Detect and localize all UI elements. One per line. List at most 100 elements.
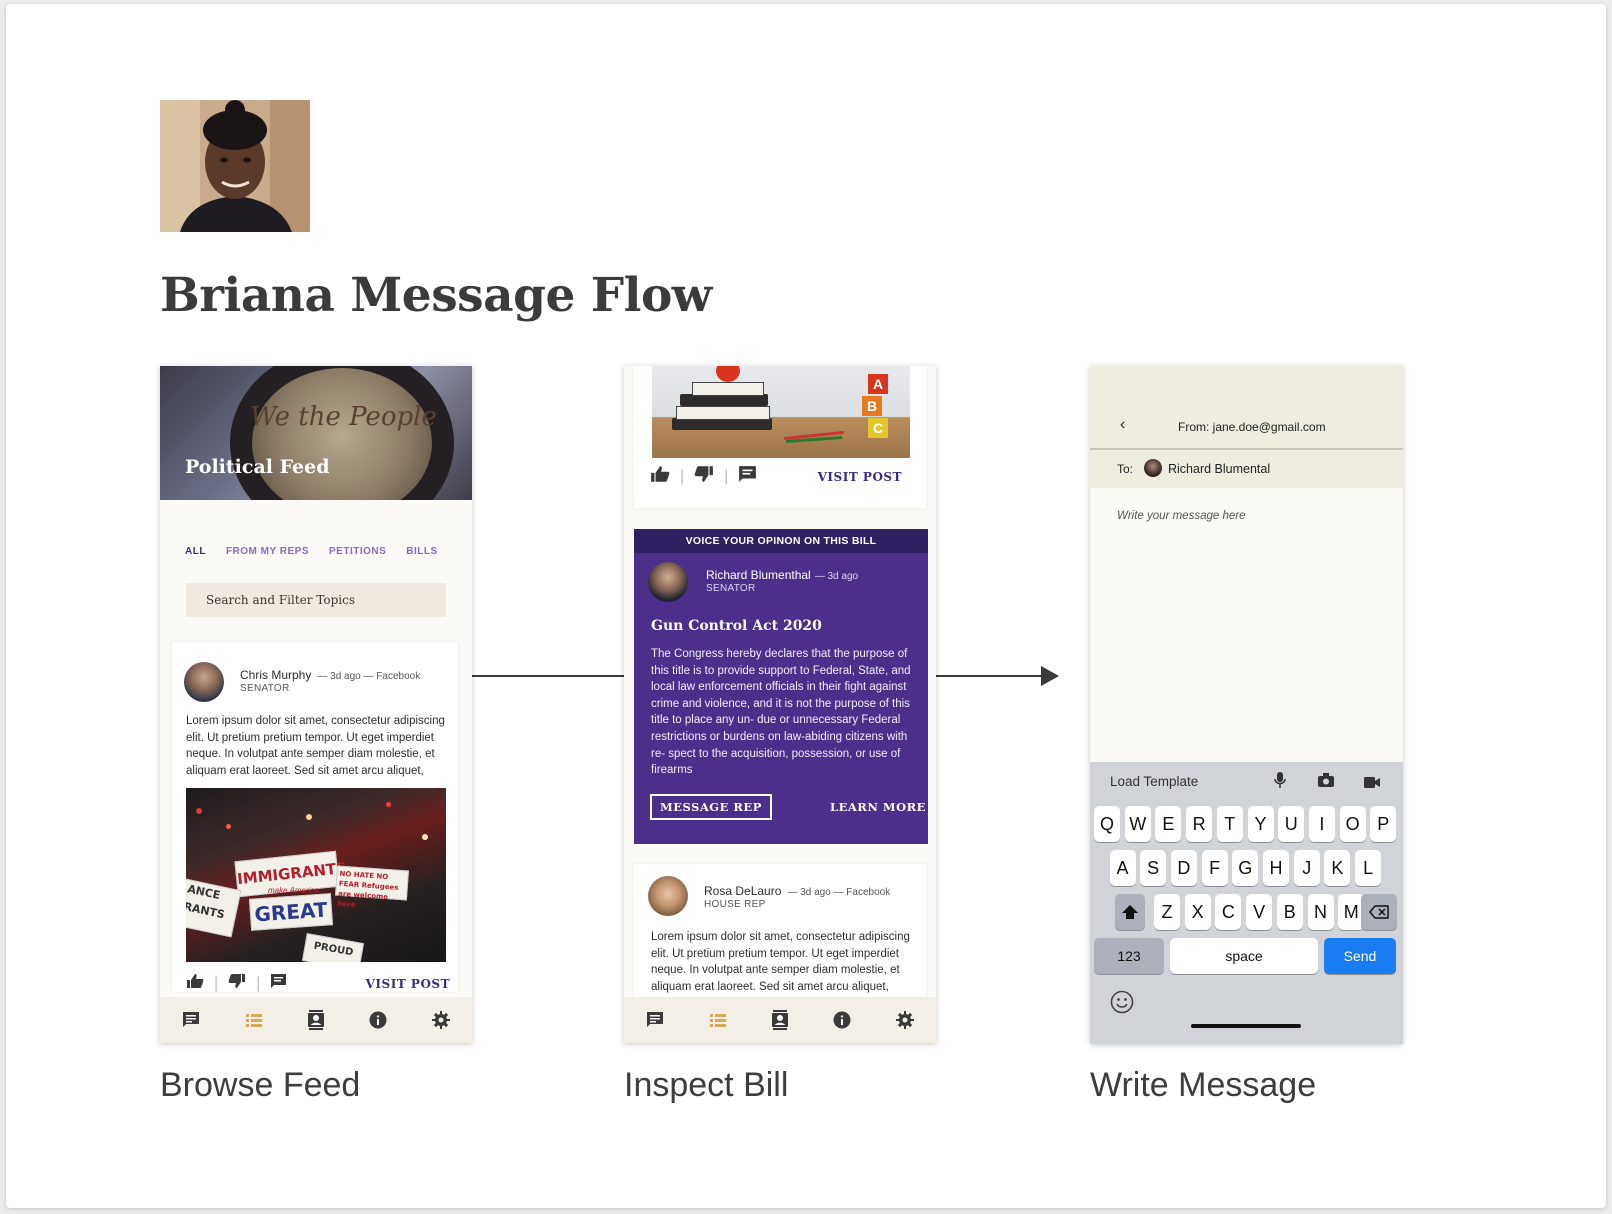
sign-left: ANCE RANTS bbox=[186, 878, 242, 938]
backspace-key[interactable] bbox=[1361, 894, 1397, 930]
key-b[interactable]: B bbox=[1276, 894, 1303, 930]
avatar[interactable] bbox=[648, 562, 688, 602]
caption-browse-feed: Browse Feed bbox=[160, 1066, 361, 1104]
light-dot bbox=[196, 808, 202, 814]
comment-icon[interactable] bbox=[738, 465, 757, 488]
message-textarea[interactable]: Write your message here bbox=[1117, 510, 1245, 522]
key-c[interactable]: C bbox=[1215, 894, 1242, 930]
visit-post-link[interactable]: VISIT POST bbox=[366, 977, 450, 991]
space-key[interactable]: space bbox=[1170, 938, 1318, 974]
opinion-banner: VOICE YOUR OPINON ON THIS BILL bbox=[634, 529, 928, 553]
opinion-author-row: Richard Blumenthal — 3d ago bbox=[706, 568, 858, 582]
key-a[interactable]: A bbox=[1109, 850, 1136, 886]
tab-bills[interactable]: BILLS bbox=[406, 546, 437, 557]
info-icon[interactable] bbox=[368, 1010, 388, 1030]
book bbox=[692, 382, 764, 396]
key-q[interactable]: Q bbox=[1094, 806, 1120, 842]
key-v[interactable]: V bbox=[1246, 894, 1273, 930]
microphone-icon[interactable] bbox=[1274, 772, 1286, 793]
block-b: B bbox=[862, 396, 882, 416]
key-u[interactable]: U bbox=[1278, 806, 1305, 842]
thumbs-down-icon[interactable] bbox=[228, 973, 246, 994]
video-icon[interactable] bbox=[1364, 775, 1380, 793]
bottom-nav bbox=[624, 997, 936, 1043]
chat-icon[interactable] bbox=[181, 1010, 201, 1030]
emoji-icon[interactable] bbox=[1110, 990, 1134, 1019]
key-h[interactable]: H bbox=[1263, 850, 1289, 886]
avatar[interactable] bbox=[648, 876, 688, 916]
back-chevron-icon[interactable]: ‹ bbox=[1120, 416, 1125, 434]
key-z[interactable]: Z bbox=[1154, 894, 1180, 930]
key-i[interactable]: I bbox=[1308, 806, 1335, 842]
numbers-key[interactable]: 123 bbox=[1094, 938, 1164, 974]
load-template-button[interactable]: Load Template bbox=[1110, 774, 1198, 789]
post-body: Lorem ipsum dolor sit amet, consectetur … bbox=[186, 715, 445, 777]
key-w[interactable]: W bbox=[1124, 806, 1151, 842]
message-rep-button[interactable]: MESSAGE REP bbox=[650, 794, 772, 820]
flow-connector-1 bbox=[472, 675, 624, 677]
feed-tabs: ALL FROM MY REPS PETITIONS BILLS bbox=[185, 546, 438, 557]
opinion-author-role: SENATOR bbox=[706, 583, 756, 594]
thumbs-down-icon[interactable] bbox=[694, 465, 714, 488]
key-g[interactable]: G bbox=[1232, 850, 1259, 886]
contacts-icon[interactable] bbox=[306, 1010, 326, 1030]
key-r[interactable]: R bbox=[1186, 806, 1213, 842]
key-d[interactable]: D bbox=[1170, 850, 1197, 886]
bill-image[interactable]: A B C bbox=[652, 366, 910, 458]
key-k[interactable]: K bbox=[1324, 850, 1351, 886]
write-message-screen: ‹ From: jane.doe@gmail.com To: Richard B… bbox=[1090, 366, 1403, 1044]
shift-key[interactable] bbox=[1115, 894, 1145, 930]
comment-icon[interactable] bbox=[270, 973, 287, 994]
chat-icon[interactable] bbox=[645, 1010, 665, 1030]
key-l[interactable]: L bbox=[1355, 850, 1382, 886]
key-n[interactable]: N bbox=[1307, 894, 1334, 930]
search-input[interactable]: Search and Filter Topics bbox=[186, 583, 446, 617]
settings-icon[interactable] bbox=[895, 1010, 915, 1030]
key-s[interactable]: S bbox=[1140, 850, 1167, 886]
bill-opinion-card: VOICE YOUR OPINON ON THIS BILL Richard B… bbox=[634, 529, 928, 844]
info-icon[interactable] bbox=[832, 1010, 852, 1030]
divider: | bbox=[214, 974, 219, 992]
learn-more-link[interactable]: LEARN MORE bbox=[830, 800, 926, 814]
thumbs-up-icon[interactable] bbox=[650, 465, 670, 488]
sign-great: GREAT bbox=[248, 893, 334, 931]
apple bbox=[716, 366, 740, 382]
bottom-nav bbox=[160, 997, 472, 1043]
tab-from-my-reps[interactable]: FROM MY REPS bbox=[226, 546, 309, 557]
camera-icon[interactable] bbox=[1318, 773, 1334, 792]
visit-post-link[interactable]: VISIT POST bbox=[818, 470, 902, 484]
light-dot bbox=[386, 802, 391, 807]
key-y[interactable]: Y bbox=[1247, 806, 1274, 842]
key-e[interactable]: E bbox=[1155, 806, 1182, 842]
post-author-name[interactable]: Rosa DeLauro bbox=[704, 884, 781, 898]
settings-icon[interactable] bbox=[431, 1010, 451, 1030]
tab-all[interactable]: ALL bbox=[185, 546, 206, 557]
key-x[interactable]: X bbox=[1184, 894, 1211, 930]
caption-write-message: Write Message bbox=[1090, 1066, 1317, 1104]
tab-petitions[interactable]: PETITIONS bbox=[329, 546, 386, 557]
post-image[interactable]: IMMIGRANTS make America GREAT ANCE RANTS… bbox=[186, 788, 446, 962]
sign-bottom: PROUD bbox=[302, 933, 364, 962]
post-body: Lorem ipsum dolor sit amet, consectetur … bbox=[651, 931, 910, 993]
post-author-name[interactable]: Chris Murphy bbox=[240, 668, 311, 682]
block-c: C bbox=[868, 418, 888, 438]
light-dot bbox=[422, 834, 428, 840]
key-j[interactable]: J bbox=[1293, 850, 1320, 886]
key-p[interactable]: P bbox=[1370, 806, 1397, 842]
post-header: Chris Murphy — 3d ago — Facebook bbox=[240, 668, 420, 682]
recipient-name[interactable]: Richard Blumental bbox=[1168, 462, 1270, 476]
key-t[interactable]: T bbox=[1216, 806, 1243, 842]
flow-connector-2 bbox=[936, 675, 1044, 677]
home-indicator bbox=[1191, 1024, 1301, 1028]
send-button[interactable]: Send bbox=[1324, 938, 1396, 974]
list-icon[interactable] bbox=[708, 1010, 728, 1030]
contacts-icon[interactable] bbox=[770, 1010, 790, 1030]
key-o[interactable]: O bbox=[1339, 806, 1366, 842]
avatar[interactable] bbox=[184, 662, 224, 702]
key-f[interactable]: F bbox=[1201, 850, 1228, 886]
page-title: Briana Message Flow bbox=[160, 268, 712, 323]
list-icon[interactable] bbox=[244, 1010, 264, 1030]
thumbs-up-icon[interactable] bbox=[186, 973, 204, 994]
compose-header: ‹ From: jane.doe@gmail.com bbox=[1090, 366, 1403, 450]
opinion-author-name[interactable]: Richard Blumenthal bbox=[706, 568, 811, 582]
